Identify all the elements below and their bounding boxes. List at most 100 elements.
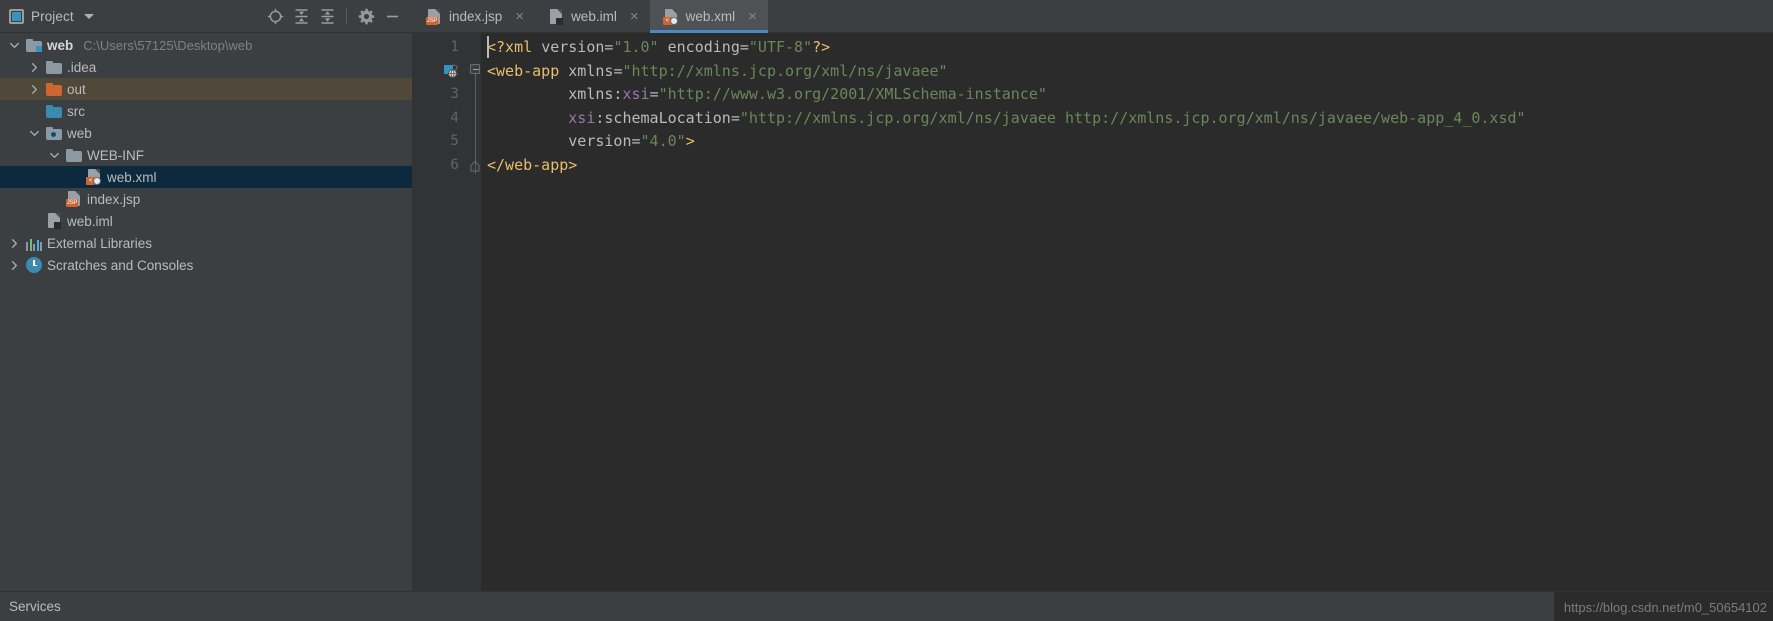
editor-tab[interactable]: < web.xml × [649,0,769,33]
project-panel-header: Project [0,0,413,33]
tree-node-web[interactable]: web C:\Users\57125\Desktop\web [0,34,412,56]
jsp-file-icon: JSP [426,8,442,25]
fold-region-end-icon[interactable] [470,159,480,172]
folder-icon [66,147,82,163]
editor-gutter[interactable]: 1 2 3 4 5 6 [413,33,469,591]
code-token-eq: = [739,38,749,56]
web-facet-gutter-icon[interactable] [443,64,457,78]
main-area: web C:\Users\57125\Desktop\web .idea out src… [0,33,1773,591]
close-icon[interactable]: × [630,9,639,24]
editor-fold-column[interactable] [469,33,481,591]
tree-node-out[interactable]: out [0,78,412,100]
fold-collapse-icon[interactable] [470,64,480,74]
line-number: 5 [450,133,459,149]
tree-node-scratches-and-consoles[interactable]: Scratches and Consoles [0,254,412,276]
code-line[interactable]: </web-app> [481,154,1773,178]
code-line[interactable]: version="4.0"> [481,130,1773,154]
folder-web-icon [46,125,62,141]
code-token-tagname: </web-app> [487,155,578,174]
code-token-str: "1.0" [613,38,659,56]
code-line[interactable]: <?xml version="1.0" encoding="UTF-8"?> [481,36,1773,60]
tree-node-web[interactable]: web [0,122,412,144]
tree-node-label: web.xml [107,169,157,185]
close-icon[interactable]: × [748,9,757,24]
code-token-str: "4.0" [640,132,686,150]
editor-tab-label: web.xml [685,9,736,24]
editor-tab-bar: JSP index.jsp × web.iml × < web.xml × [413,0,1773,33]
project-panel-title: Project [31,8,74,24]
editor-scrollbar-track[interactable] [1759,33,1773,591]
watermark-text: https://blog.csdn.net/m0_50654102 [1553,592,1773,621]
gear-icon[interactable] [353,3,379,29]
code-line[interactable]: xsi:schemaLocation="http://xmlns.jcp.org… [481,107,1773,131]
tree-node-label: .idea [67,59,97,75]
iml-file-icon [548,8,564,25]
chevron-right-icon[interactable] [8,238,21,249]
folder-orange-icon [46,81,62,97]
expand-all-icon[interactable] [288,3,314,29]
project-panel-title-group[interactable]: Project [9,8,94,24]
tree-node-path: C:\Users\57125\Desktop\web [83,37,253,53]
tree-node-web-iml[interactable]: web.iml [0,210,412,232]
chevron-down-icon[interactable] [8,40,21,51]
close-icon[interactable]: × [515,9,524,24]
tree-node-label: src [67,103,85,119]
chevron-down-icon[interactable] [48,150,61,161]
chevron-right-icon[interactable] [28,62,41,73]
code-token-str: "http://xmlns.jcp.org/xml/ns/javaee http… [739,108,1526,127]
editor-tab[interactable]: JSP index.jsp × [413,0,535,33]
code-token-attr [487,109,568,127]
services-button[interactable]: Services [9,599,61,614]
editor-tab[interactable]: web.iml × [535,0,650,33]
locate-icon[interactable] [262,3,288,29]
tree-node-label: External Libraries [47,235,153,251]
xml-file-icon: < [662,8,679,25]
code-line[interactable]: <web-app xmlns="http://xmlns.jcp.org/xml… [481,60,1773,84]
line-number: 4 [450,109,459,126]
code-token-attr [487,85,568,103]
chevron-down-icon[interactable] [83,13,94,19]
project-panel-toolbar [262,3,413,29]
code-token-punct: > [685,132,695,150]
tree-node-label: web.iml [67,213,113,229]
module-folder-icon [26,37,42,53]
code-token-punct: ?> [812,38,831,56]
tree-node-index-jsp[interactable]: JSP index.jsp [0,188,412,210]
line-number: 1 [450,39,459,55]
code-token-eq: = [631,132,641,150]
xml-file-icon: < [86,169,102,185]
code-token-eq: = [730,108,740,127]
chevron-right-icon[interactable] [28,84,41,95]
jsp-file-icon: JSP [66,191,82,207]
tree-node--idea[interactable]: .idea [0,56,412,78]
project-tree: web C:\Users\57125\Desktop\web .idea out src… [0,33,413,591]
tree-node-label: web [47,37,74,53]
code-token-str: "http://xmlns.jcp.org/xml/ns/javaee" [622,61,948,80]
code-token-attr: version [541,38,605,56]
collapse-all-icon[interactable] [314,3,340,29]
code-token-attr [487,132,568,150]
code-token-punct: <?xml [487,38,542,56]
tree-node-src[interactable]: src [0,100,412,122]
tree-node-web-xml[interactable]: < web.xml [0,166,412,188]
tree-node-external-libraries[interactable]: External Libraries [0,232,412,254]
iml-file-icon [46,213,62,229]
chevron-right-icon[interactable] [8,260,21,271]
tree-node-web-inf[interactable]: WEB-INF [0,144,412,166]
line-number: 3 [450,86,459,102]
chevron-down-icon[interactable] [28,128,41,139]
code-token-str: "http://www.w3.org/2001/XMLSchema-instan… [658,85,1047,103]
minimize-icon[interactable] [379,3,405,29]
toolbar-divider [346,7,347,25]
tree-node-label: WEB-INF [87,147,144,163]
code-token-eq: = [649,85,659,103]
top-row: Project JSP index.jsp × web.iml × < web.… [0,0,1773,33]
code-token-attr: xmlns [568,61,614,80]
code-line[interactable]: xmlns:xsi="http://www.w3.org/2001/XMLSch… [481,83,1773,107]
folder-icon [46,59,62,75]
tree-node-label: web [67,125,92,141]
code-token-attr: :schemaLocation [595,108,731,127]
code-editor[interactable]: 123456 <?xml version="1.0" encoding="UTF… [413,33,1773,591]
editor-code-area[interactable]: <?xml version="1.0" encoding="UTF-8"?> <w… [481,33,1773,591]
line-number: 6 [450,156,459,173]
